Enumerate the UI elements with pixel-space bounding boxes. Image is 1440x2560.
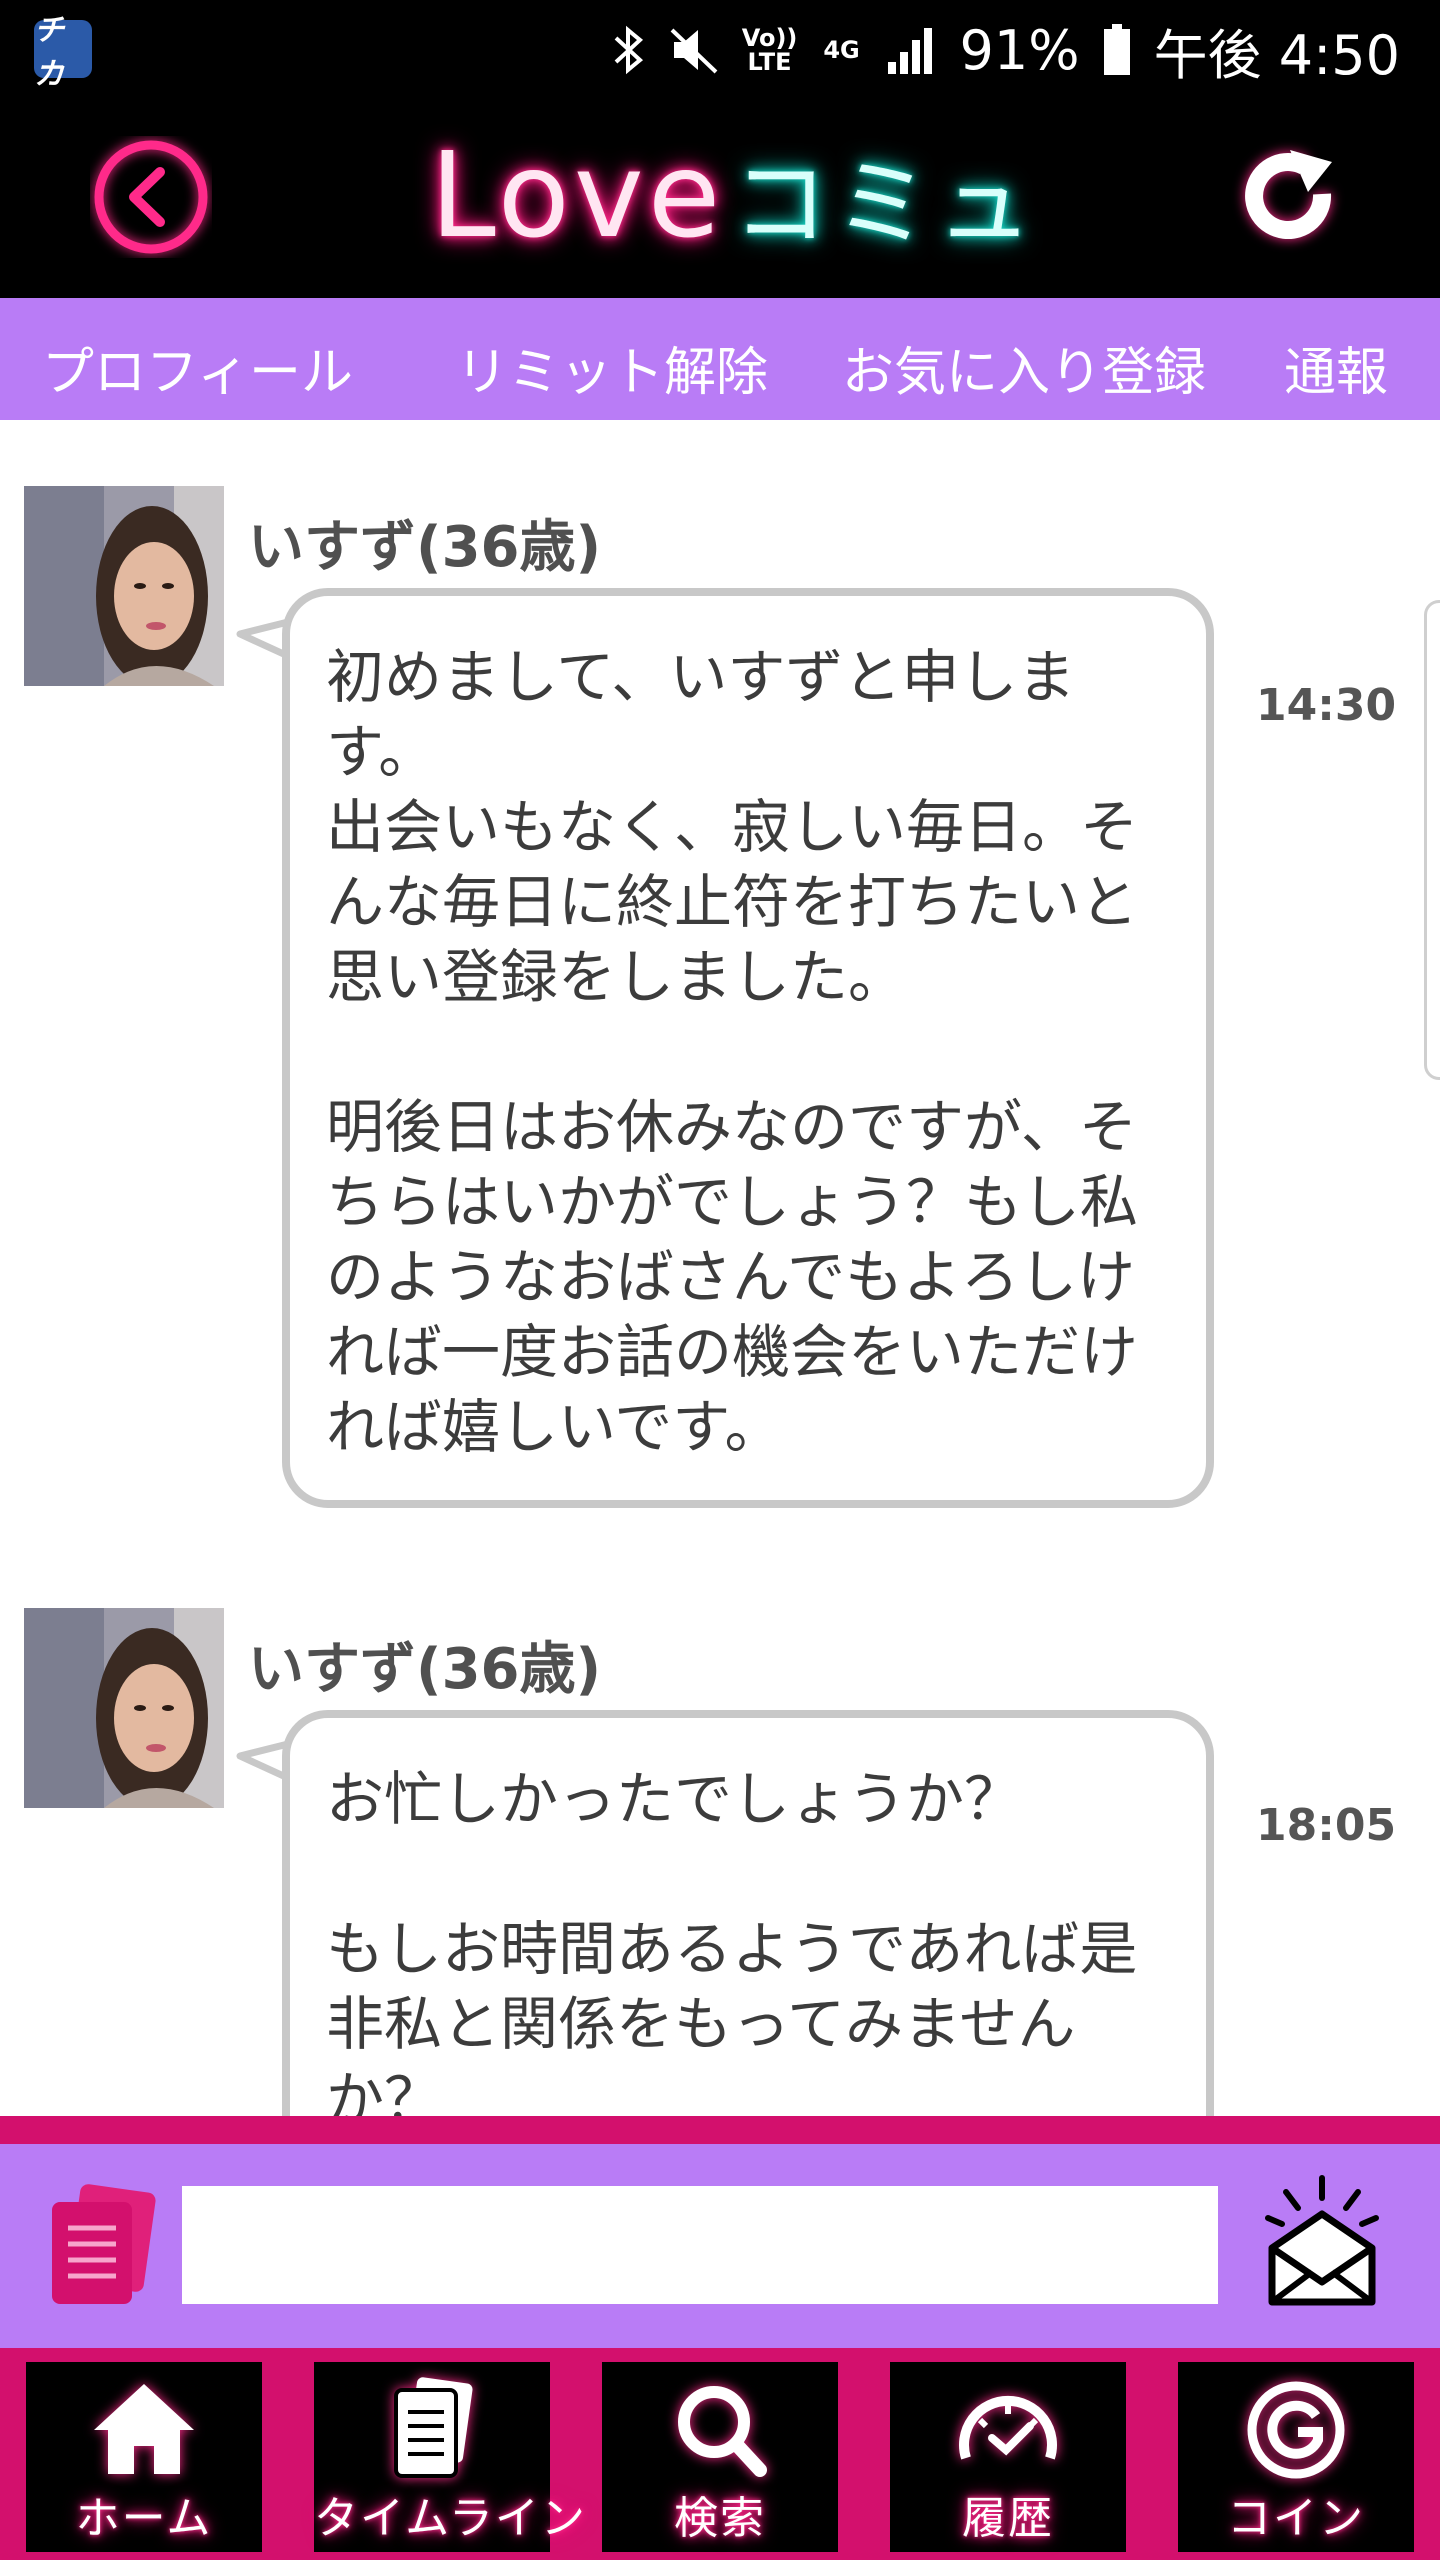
timeline-icon [394,2377,473,2478]
avatar[interactable] [24,486,224,686]
bottom-navigation: ホーム タイムライン 検索 履歴 コイン [0,2348,1440,2560]
scroll-indicator [1424,600,1440,1080]
message-input-bar [0,2144,1440,2348]
search-icon [678,2386,767,2477]
send-mail-icon[interactable] [1262,2174,1382,2310]
message-time: 14:30 [1256,680,1397,731]
logo-love-text: Love [430,126,725,264]
input-divider [0,2116,1440,2144]
nav-timeline-label: タイムライン [314,2493,587,2544]
app-logo: Love コミュ [430,126,1038,264]
back-arrow-icon[interactable] [90,136,212,258]
logo-comu-text: コミュ [732,147,1039,260]
message-bubble: お忙しかったでしょうか？ もしお時間あるようであれば是非私と関係をもってみません… [282,1710,1214,2120]
menu-report[interactable]: 通報 [1284,330,1388,405]
signal-icon [887,28,932,74]
nav-timeline[interactable]: タイムライン [314,2362,587,2552]
battery-percent: 91% [959,18,1080,82]
nav-home-label: ホーム [75,2493,213,2544]
mute-icon [670,28,717,74]
menu-add-favorite[interactable]: お気に入り登録 [842,330,1206,405]
message-time: 18:05 [1256,1800,1397,1851]
message-input[interactable] [182,2186,1218,2304]
status-bar: チカ Vo)) LTE 4G 91% 午後 4:50 [0,0,1440,100]
nav-history[interactable]: 履歴 [890,2362,1126,2552]
volte-indicator: Vo)) LTE [741,24,798,76]
network-type: 4G [823,36,860,64]
clock: 午後 4:50 [1153,23,1400,87]
refresh-icon[interactable] [1228,136,1350,258]
nav-history-label: 履歴 [962,2493,1054,2544]
app-header: Love コミュ [0,100,1440,298]
bluetooth-icon [614,25,643,75]
coin-icon [1247,2381,1345,2479]
status-icons: Vo)) LTE 4G 91% 午後 4:50 [612,18,1400,87]
app-notification-icon: チカ [34,13,92,92]
battery-icon [1103,24,1130,75]
history-icon [959,2395,1057,2460]
nav-coin-label: コイン [1227,2493,1365,2544]
nav-search[interactable]: 検索 [602,2362,838,2552]
nav-home[interactable]: ホーム [26,2362,262,2552]
chat-thread[interactable]: いすず(36歳) 初めまして、いすずと申します。 出会いもなく、寂しい毎日。そん… [0,420,1440,2120]
message-bubble: 初めまして、いすずと申します。 出会いもなく、寂しい毎日。そんな毎日に終止符を打… [282,588,1214,1508]
sender-name: いすず(36歳) [248,515,602,580]
menu-profile[interactable]: プロフィール [42,330,353,405]
nav-coin[interactable]: コイン [1178,2362,1414,2552]
templates-icon[interactable] [44,2184,156,2308]
menu-limit-release[interactable]: リミット解除 [456,330,768,405]
home-icon [94,2384,194,2474]
sender-name: いすず(36歳) [248,1637,602,1702]
avatar[interactable] [24,1608,224,1808]
nav-search-label: 検索 [674,2493,766,2544]
profile-menu-bar: プロフィール リミット解除 お気に入り登録 通報 [0,298,1440,420]
